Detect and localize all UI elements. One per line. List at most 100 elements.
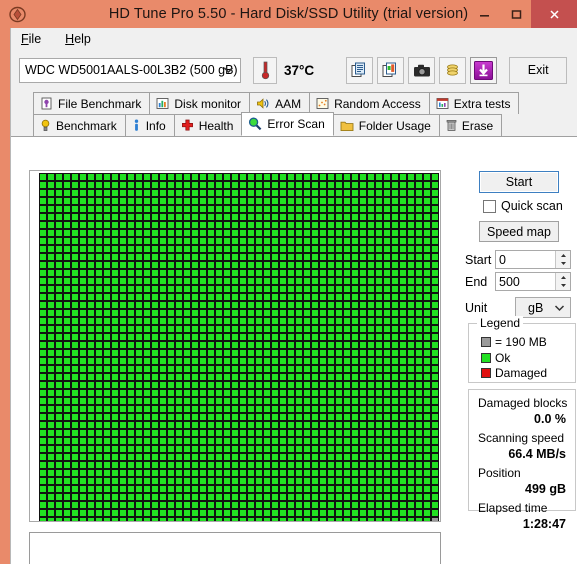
tab-label: Info [145, 118, 166, 133]
scan-block [182, 252, 191, 261]
scan-block [62, 508, 71, 517]
scan-block [94, 292, 103, 301]
scan-block [414, 484, 423, 493]
unit-select[interactable]: gB [515, 297, 571, 318]
scan-block [366, 396, 375, 405]
menu-item-file[interactable]: File [19, 30, 51, 48]
scan-grid[interactable] [38, 172, 439, 521]
scan-block [238, 236, 247, 245]
tab-extra-tests[interactable]: Extra tests [428, 92, 520, 114]
scan-block [174, 412, 183, 421]
scan-block [158, 196, 167, 205]
scan-block [390, 212, 399, 221]
scan-block [150, 436, 159, 445]
scan-block [38, 508, 47, 517]
end-spinner-up[interactable] [556, 273, 570, 282]
scan-block [38, 180, 47, 189]
tab-aam[interactable]: AAM [249, 92, 311, 114]
scan-block [310, 252, 319, 261]
scan-block [326, 348, 335, 357]
scan-block [190, 212, 199, 221]
tab-benchmark[interactable]: Benchmark [33, 114, 126, 136]
scan-block [350, 284, 359, 293]
start-spinner-up[interactable] [556, 251, 570, 260]
exit-button[interactable]: Exit [509, 56, 568, 84]
start-spinner-down[interactable] [556, 260, 570, 269]
download-button[interactable] [470, 56, 498, 84]
scan-block [430, 212, 439, 221]
scan-block [38, 340, 47, 349]
menu-item-help[interactable]: Help [63, 30, 101, 48]
green-swatch-icon [481, 353, 491, 363]
scan-block [334, 420, 343, 429]
scan-block [142, 348, 151, 357]
tab-info[interactable]: Info [124, 114, 175, 136]
scan-block [190, 468, 199, 477]
scan-block [158, 284, 167, 293]
drive-select[interactable]: WDC WD5001AALS-00L3B2 (500 gB) [19, 57, 241, 83]
tab-folder-usage[interactable]: Folder Usage [332, 114, 440, 136]
end-spinner-down[interactable] [556, 282, 570, 291]
scan-block [62, 236, 71, 245]
scan-block [206, 260, 215, 269]
maximize-button[interactable] [501, 0, 531, 28]
scan-block [398, 236, 407, 245]
start-input[interactable]: 0 [495, 250, 571, 269]
copy-image-button[interactable] [377, 56, 405, 84]
scan-block [134, 452, 143, 461]
scan-block [214, 188, 223, 197]
tab-erase[interactable]: Erase [438, 114, 503, 136]
scan-block [422, 380, 431, 389]
scan-block [294, 188, 303, 197]
scan-block [318, 196, 327, 205]
buy-button[interactable] [439, 56, 467, 84]
scan-block [142, 372, 151, 381]
tab-random-access[interactable]: Random Access [309, 92, 430, 114]
scan-block [278, 412, 287, 421]
scan-block [382, 420, 391, 429]
scan-block [302, 436, 311, 445]
minimize-button[interactable] [469, 0, 499, 28]
scan-block [222, 492, 231, 501]
scan-block [366, 244, 375, 253]
end-input[interactable]: 500 [495, 272, 571, 291]
scan-block [270, 244, 279, 253]
scan-block [150, 316, 159, 325]
end-spinner[interactable] [555, 273, 570, 290]
quick-scan-checkbox[interactable] [483, 199, 496, 213]
tab-error-scan[interactable]: Error Scan [241, 112, 334, 136]
scan-block [198, 316, 207, 325]
speed-map-button[interactable]: Speed map [479, 221, 559, 242]
scan-block [142, 212, 151, 221]
scan-block [126, 340, 135, 349]
start-button[interactable]: Start [479, 171, 559, 193]
scan-block [158, 308, 167, 317]
scan-block [390, 476, 399, 485]
scan-block [350, 260, 359, 269]
quick-scan-row[interactable]: Quick scan [483, 199, 563, 213]
scan-block [254, 388, 263, 397]
scan-block [38, 444, 47, 453]
scan-block [318, 316, 327, 325]
scan-block [38, 372, 47, 381]
speaker-icon [256, 97, 270, 110]
tab-health[interactable]: Health [173, 114, 243, 136]
scan-block [398, 420, 407, 429]
tab-file-benchmark[interactable]: File Benchmark [33, 92, 151, 114]
scan-block [78, 308, 87, 317]
scan-block [182, 444, 191, 453]
scan-block [422, 196, 431, 205]
start-spinner[interactable] [555, 251, 570, 268]
scan-block [150, 324, 159, 333]
scan-block [278, 348, 287, 357]
screenshot-button[interactable] [408, 56, 436, 84]
tab-disk-monitor[interactable]: Disk monitor [149, 92, 251, 114]
scan-block [214, 516, 223, 521]
scan-block [430, 492, 439, 501]
scan-block [246, 492, 255, 501]
close-button[interactable] [531, 0, 577, 28]
scan-block [382, 484, 391, 493]
copy-text-button[interactable] [346, 56, 374, 84]
scan-block [302, 444, 311, 453]
scan-block [142, 196, 151, 205]
